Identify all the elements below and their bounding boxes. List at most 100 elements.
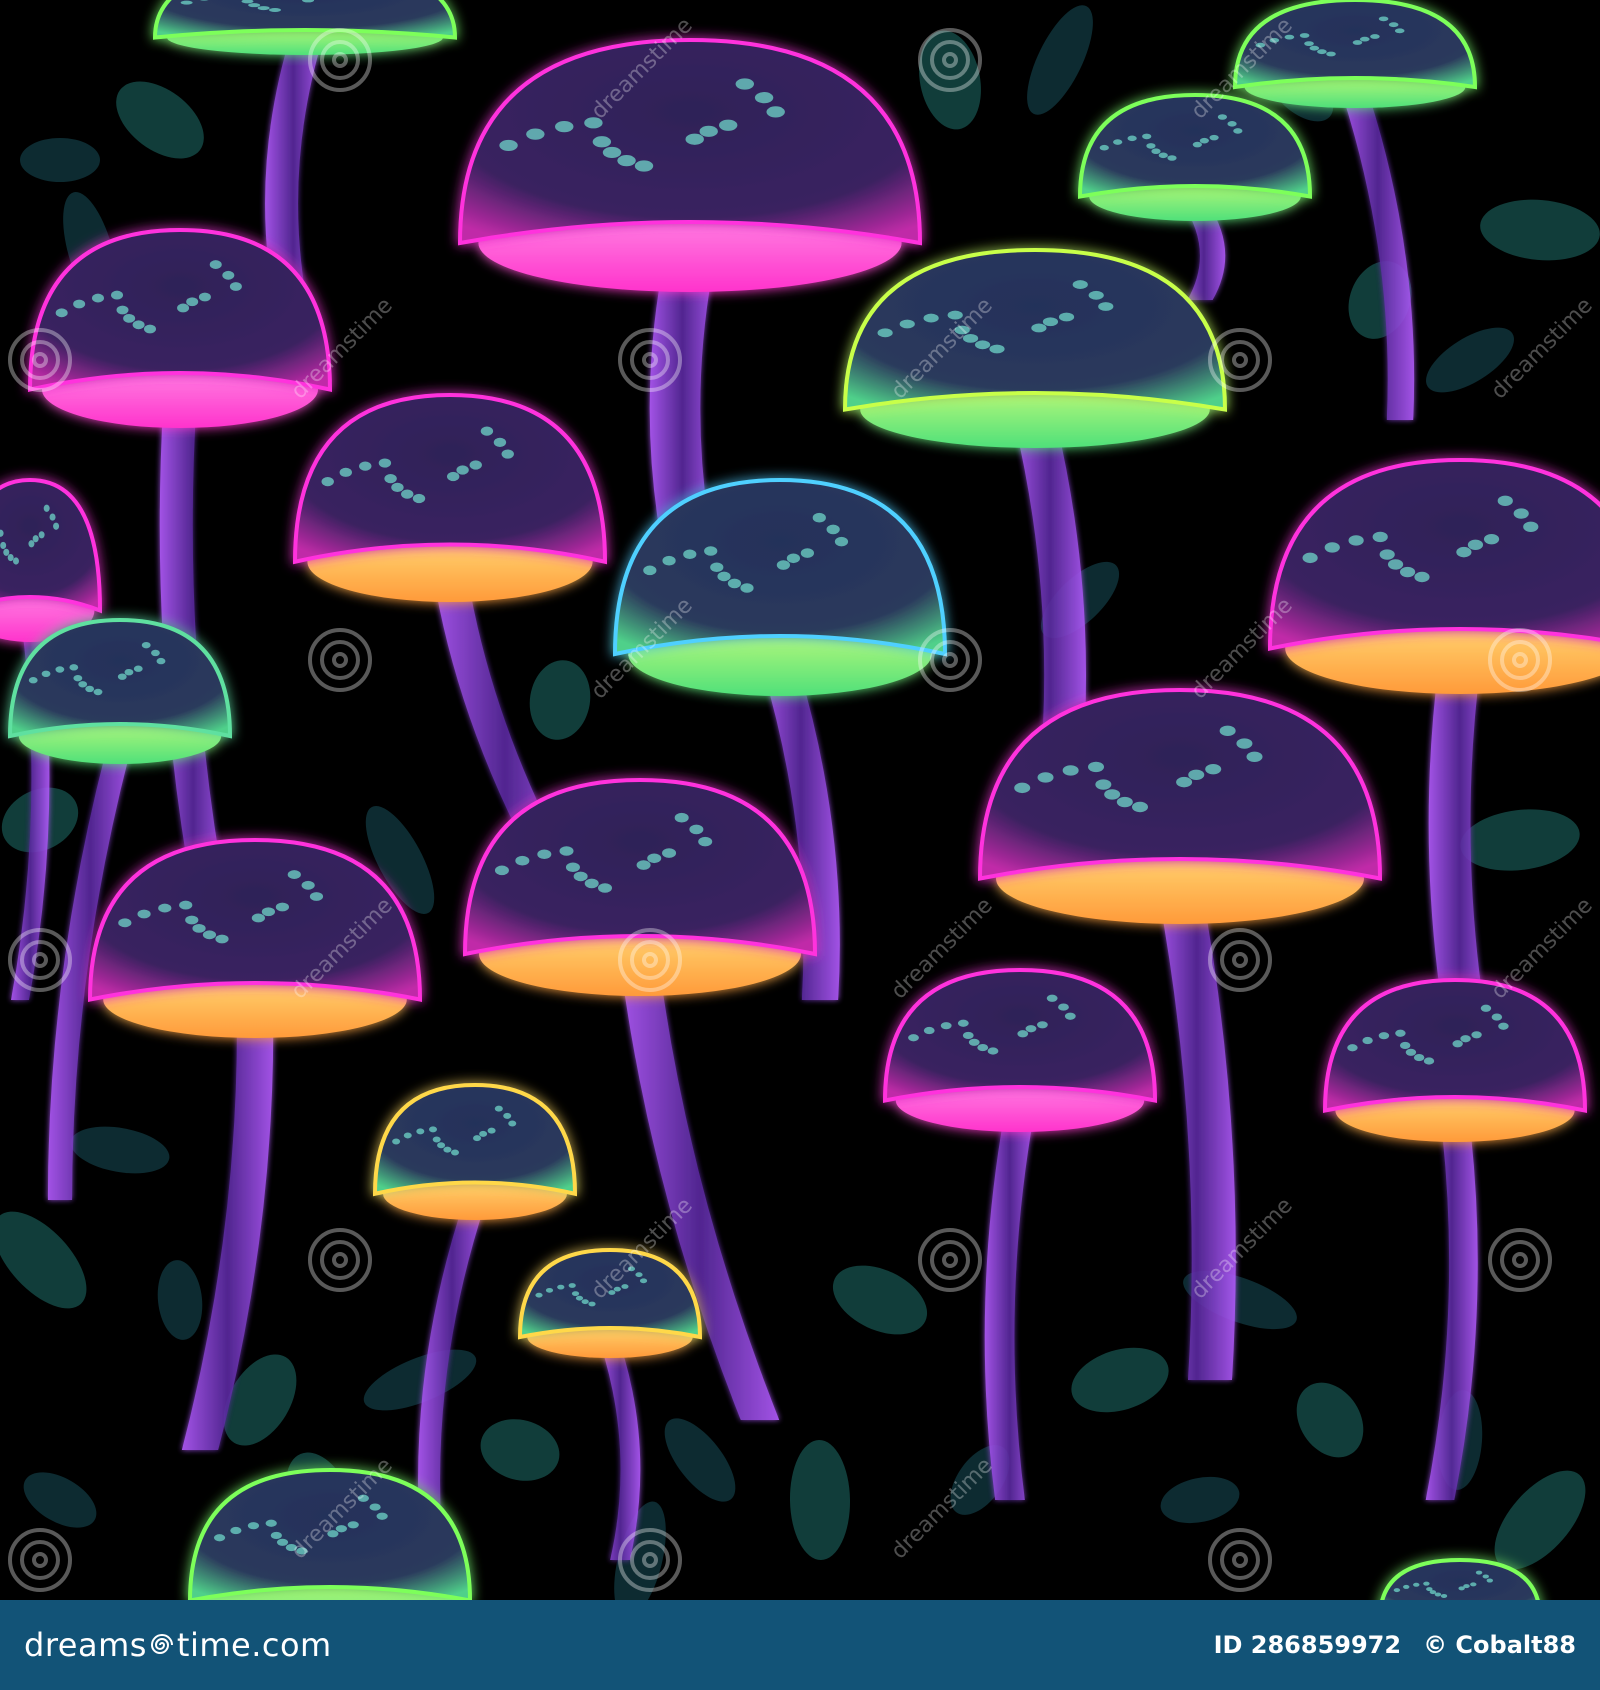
cap-spot — [179, 900, 193, 910]
cap-spot — [1302, 552, 1318, 564]
cap-spot — [908, 1034, 919, 1042]
cap-spot — [209, 260, 222, 269]
cap-spot — [248, 3, 261, 8]
cap-spot — [177, 303, 190, 313]
cap-spot — [144, 324, 156, 334]
footer-brand[interactable]: dreams time.com — [24, 1626, 332, 1664]
cap-spot — [347, 1521, 359, 1529]
cap-spot — [158, 903, 172, 913]
cap-spot — [1219, 725, 1236, 737]
cap-spot — [1031, 323, 1047, 333]
cap-spot — [73, 299, 86, 309]
artwork-canvas: dreamstime dreamstimedreamstime dreamstime… — [0, 0, 1600, 1600]
cap-spot — [704, 546, 718, 556]
cap-spot — [899, 319, 915, 329]
cap-spot — [116, 305, 129, 315]
cap-spot — [923, 1026, 935, 1035]
cap-spot — [378, 458, 392, 468]
cap-spot — [1393, 1588, 1401, 1593]
cap-spot — [1497, 495, 1513, 507]
cap-spot — [473, 1135, 482, 1142]
cap-spot — [230, 1526, 242, 1535]
cap-spot — [923, 313, 939, 323]
cap-spot — [1370, 34, 1380, 39]
cap-spot — [1236, 738, 1253, 749]
cap-spot — [432, 1136, 441, 1143]
cap-spot — [1483, 533, 1500, 545]
cap-spot — [1359, 36, 1370, 42]
cap-spot — [968, 1038, 980, 1046]
cap-spot — [1399, 1041, 1411, 1050]
cap-spot — [429, 1126, 438, 1133]
cap-spot — [3, 548, 10, 556]
cap-spot — [416, 1128, 425, 1135]
cap-spot — [689, 824, 704, 835]
cap-spot — [1088, 290, 1104, 300]
cap-spot — [1498, 1022, 1509, 1030]
cap-spot — [287, 870, 301, 879]
cap-spot — [55, 666, 65, 673]
cap-spot — [786, 553, 801, 564]
cap-spot — [989, 344, 1005, 354]
cap-spot — [581, 1299, 589, 1305]
cap-spot — [198, 292, 211, 302]
cap-spot — [499, 139, 518, 152]
cap-spot — [1072, 280, 1088, 289]
cap-spot — [699, 125, 718, 137]
cap-spot — [251, 913, 265, 923]
cap-spot — [265, 1519, 277, 1527]
cap-spot — [270, 1531, 282, 1540]
cap-spot — [1095, 779, 1112, 790]
cap-spot — [1188, 769, 1205, 781]
cap-spot — [1098, 302, 1114, 311]
cap-spot — [412, 493, 426, 504]
cap-spot — [69, 664, 79, 671]
cap-spot — [1414, 571, 1430, 583]
cap-spot — [494, 1105, 503, 1112]
cap-spot — [1299, 33, 1310, 38]
cap-spot — [1452, 1040, 1463, 1048]
cap-spot — [321, 476, 334, 487]
cap-spot — [776, 560, 790, 570]
cap-spot — [598, 883, 612, 893]
cap-spot — [1046, 994, 1058, 1002]
cap-spot — [1309, 45, 1320, 51]
cap-spot — [1324, 542, 1340, 553]
cap-spot — [1209, 134, 1219, 141]
cap-spot — [1463, 1584, 1470, 1589]
cap-spot — [1379, 549, 1395, 560]
cap-spot — [493, 437, 507, 447]
cap-spot — [1064, 1012, 1076, 1020]
cap-spot — [1378, 1032, 1390, 1040]
cap-spot — [643, 565, 657, 576]
cap-spot — [1460, 1035, 1471, 1043]
cap-spot — [1304, 41, 1314, 47]
stock-image-page: dreamstime dreamstime dreamstime dreamstime… — [0, 0, 1600, 1690]
cap-spot — [192, 923, 206, 933]
cap-spot — [735, 78, 754, 90]
cap-spot — [1025, 1025, 1037, 1033]
cap-spot — [403, 1132, 412, 1139]
cap-spot — [962, 1031, 974, 1040]
cap-spot — [1158, 152, 1168, 159]
cap-spot — [710, 562, 724, 573]
cap-spot — [275, 902, 289, 912]
cap-spot — [247, 1522, 260, 1530]
cap-spot — [674, 812, 689, 823]
cap-spot — [133, 665, 143, 672]
cap-spot — [754, 92, 774, 104]
cap-spot — [1099, 144, 1109, 151]
cap-spot — [647, 853, 662, 864]
cap-spot — [557, 1284, 565, 1290]
cap-spot — [662, 555, 676, 566]
cap-spot — [487, 1127, 496, 1134]
cap-spot — [634, 160, 654, 172]
cap-spot — [1037, 1021, 1048, 1029]
cap-spot — [479, 1130, 488, 1137]
cap-spot — [257, 6, 270, 11]
cap-spot — [111, 290, 124, 300]
cap-spot — [1352, 40, 1363, 45]
cap-spot — [1467, 539, 1484, 551]
leaf-shape — [20, 138, 100, 182]
cap-spot — [78, 681, 88, 688]
